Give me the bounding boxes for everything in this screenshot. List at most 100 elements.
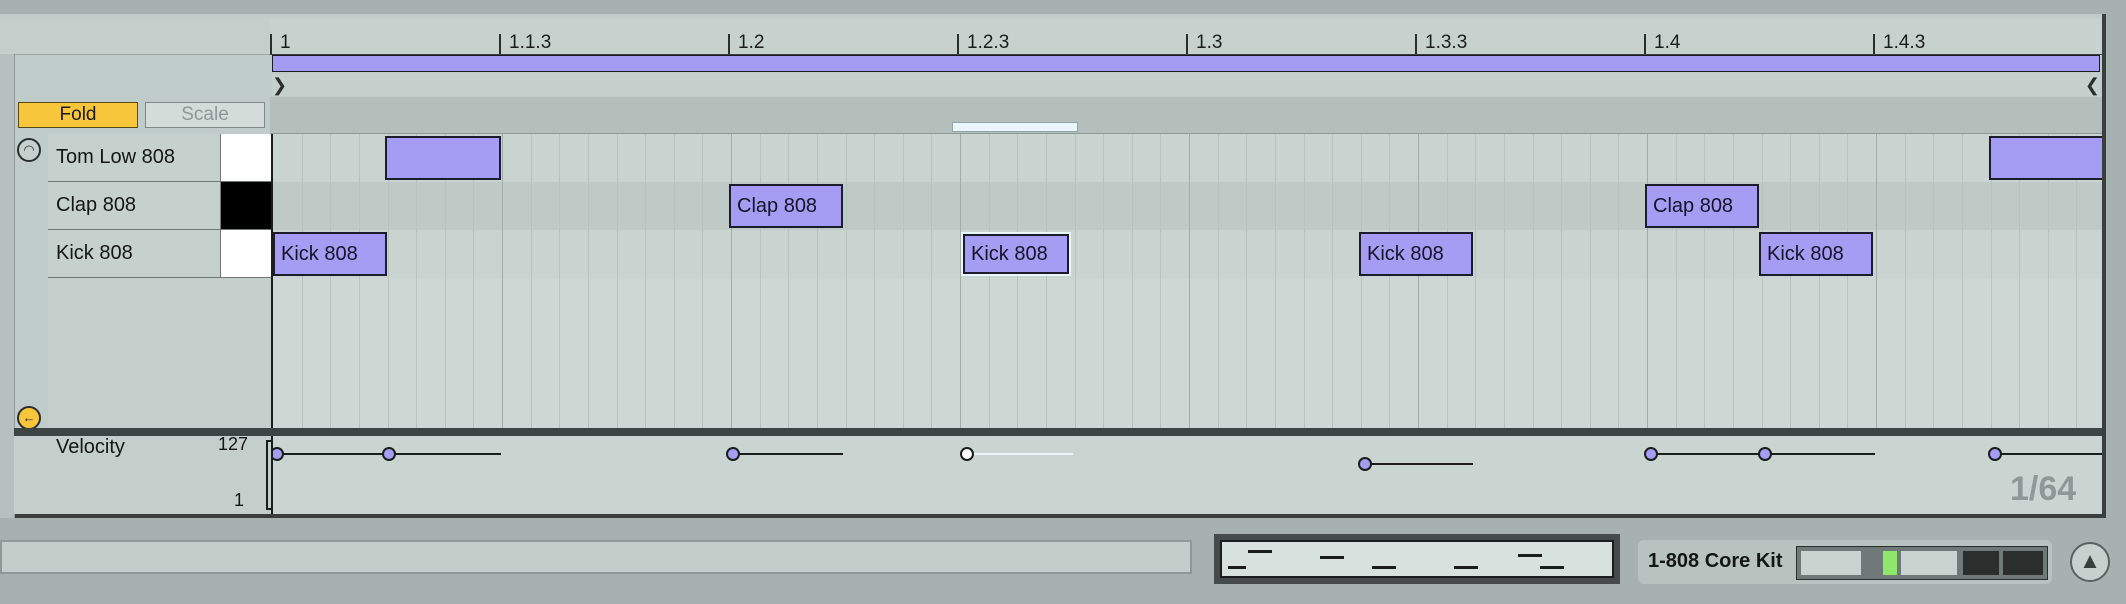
track-name: Tom Low 808 <box>56 146 175 168</box>
headphones-icon[interactable]: ◠ <box>17 138 41 162</box>
ruler-tick <box>728 34 730 54</box>
fold-button[interactable]: Fold <box>18 102 138 128</box>
grid-line <box>1733 134 1734 428</box>
pad-preview-key[interactable] <box>220 230 272 277</box>
note-kick-selected[interactable]: Kick 808 <box>961 232 1071 276</box>
grid-resolution[interactable]: 1/64 <box>2010 470 2076 509</box>
note-kick[interactable]: Kick 808 <box>1359 232 1473 276</box>
device-thumbnail[interactable] <box>1796 546 2048 580</box>
start-end-markers[interactable]: ❯ ❮ <box>272 74 2100 96</box>
grid-line <box>874 134 875 428</box>
velocity-grid[interactable] <box>271 436 2102 514</box>
grid-line <box>1160 134 1161 428</box>
thumb-meter <box>1883 551 1897 575</box>
ruler-tick <box>270 34 272 54</box>
grid-line <box>1618 134 1619 428</box>
ruler-left-blank <box>0 18 270 55</box>
ruler-label: 1.4 <box>1654 32 1681 53</box>
track-row[interactable]: Tom Low 808 <box>48 134 272 182</box>
ruler-tick <box>957 34 959 54</box>
grid-line <box>531 134 532 428</box>
grid-line <box>1017 134 1018 428</box>
grid-line <box>1590 134 1591 428</box>
grid-line <box>1533 134 1534 428</box>
collapse-triangle-icon[interactable]: ▲ <box>2070 542 2110 582</box>
grid-line <box>1189 134 1190 428</box>
grid-line <box>1075 134 1076 428</box>
grid-line <box>502 134 503 428</box>
grid-line <box>1847 134 1848 428</box>
grid-line <box>1389 134 1390 428</box>
beat-ruler[interactable]: 1 1.1.3 1.2 1.2.3 1.3 1.3.3 1.4 1.4.3 <box>270 18 2102 55</box>
overview-note <box>1454 566 1478 569</box>
grid-line <box>645 134 646 428</box>
pad-preview-key[interactable] <box>220 134 272 181</box>
grid-line <box>1704 134 1705 428</box>
grid-line <box>1933 134 1934 428</box>
grid-line <box>989 134 990 428</box>
grid-line <box>702 134 703 428</box>
note-grid[interactable]: Clap 808 Clap 808 Kick 808 Kick 808 Kick… <box>271 134 2102 428</box>
note-tom-low[interactable] <box>385 136 501 180</box>
status-bar <box>0 540 1192 574</box>
end-marker-icon[interactable]: ❮ <box>2085 76 2100 94</box>
grid-line <box>760 134 761 428</box>
note-clap[interactable]: Clap 808 <box>729 184 843 228</box>
thumb-display <box>2003 551 2043 575</box>
grid-line <box>674 134 675 428</box>
overview-note <box>1518 554 1542 557</box>
grid-line <box>960 134 961 428</box>
note-kick[interactable]: Kick 808 <box>1759 232 1873 276</box>
track-name: Clap 808 <box>56 194 137 216</box>
start-marker-icon[interactable]: ❯ <box>272 76 287 94</box>
velocity-max: 127 <box>218 434 249 454</box>
note-tom-low[interactable] <box>1989 136 2102 180</box>
ruler-label: 1.1.3 <box>509 32 552 53</box>
track-row[interactable]: Clap 808 <box>48 182 272 230</box>
grid-line <box>1762 134 1763 428</box>
pad-preview-key[interactable] <box>220 182 272 229</box>
grid-line <box>1361 134 1362 428</box>
grid-header-strip <box>270 97 2102 134</box>
selection-marker[interactable] <box>952 122 1078 132</box>
note-clap[interactable]: Clap 808 <box>1645 184 1759 228</box>
grid-line <box>1218 134 1219 428</box>
grid-line <box>1418 134 1419 428</box>
ruler-label: 1.3 <box>1196 32 1223 53</box>
grid-line <box>1962 134 1963 428</box>
ruler-label: 1.4.3 <box>1883 32 1926 53</box>
drum-pad-list: Tom Low 808 Clap 808 Kick 808 <box>48 134 272 428</box>
loop-brace[interactable] <box>272 55 2100 72</box>
grid-line <box>1447 134 1448 428</box>
left-gutter <box>0 54 15 518</box>
grid-line <box>302 134 303 428</box>
grid-line <box>1876 134 1877 428</box>
grid-line <box>359 134 360 428</box>
grid-line <box>846 134 847 428</box>
grid-line <box>788 134 789 428</box>
grid-line <box>1905 134 1906 428</box>
grid-line <box>1475 134 1476 428</box>
note-kick[interactable]: Kick 808 <box>273 232 387 276</box>
clip-overview[interactable] <box>1220 540 1614 578</box>
overview-note <box>1248 550 1272 553</box>
grid-line <box>1561 134 1562 428</box>
grid-line <box>559 134 560 428</box>
velocity-min: 1 <box>234 490 245 510</box>
editor-divider[interactable] <box>14 428 2102 436</box>
overview-note <box>1540 566 1564 569</box>
device-name: 1-808 Core Kit <box>1648 550 1783 572</box>
velocity-markers[interactable] <box>273 436 2102 514</box>
ruler-tick <box>1415 34 1417 54</box>
grid-line <box>1103 134 1104 428</box>
velocity-scale <box>266 440 272 510</box>
scale-button[interactable]: Scale <box>145 102 265 128</box>
grid-line <box>1246 134 1247 428</box>
lane-tom-low <box>273 134 2102 182</box>
grid-line <box>1819 134 1820 428</box>
thumb-panel <box>1901 551 1957 575</box>
back-arrow-icon[interactable]: ← <box>17 406 41 430</box>
track-row[interactable]: Kick 808 <box>48 230 272 278</box>
grid-line <box>1275 134 1276 428</box>
overview-note <box>1228 566 1246 569</box>
